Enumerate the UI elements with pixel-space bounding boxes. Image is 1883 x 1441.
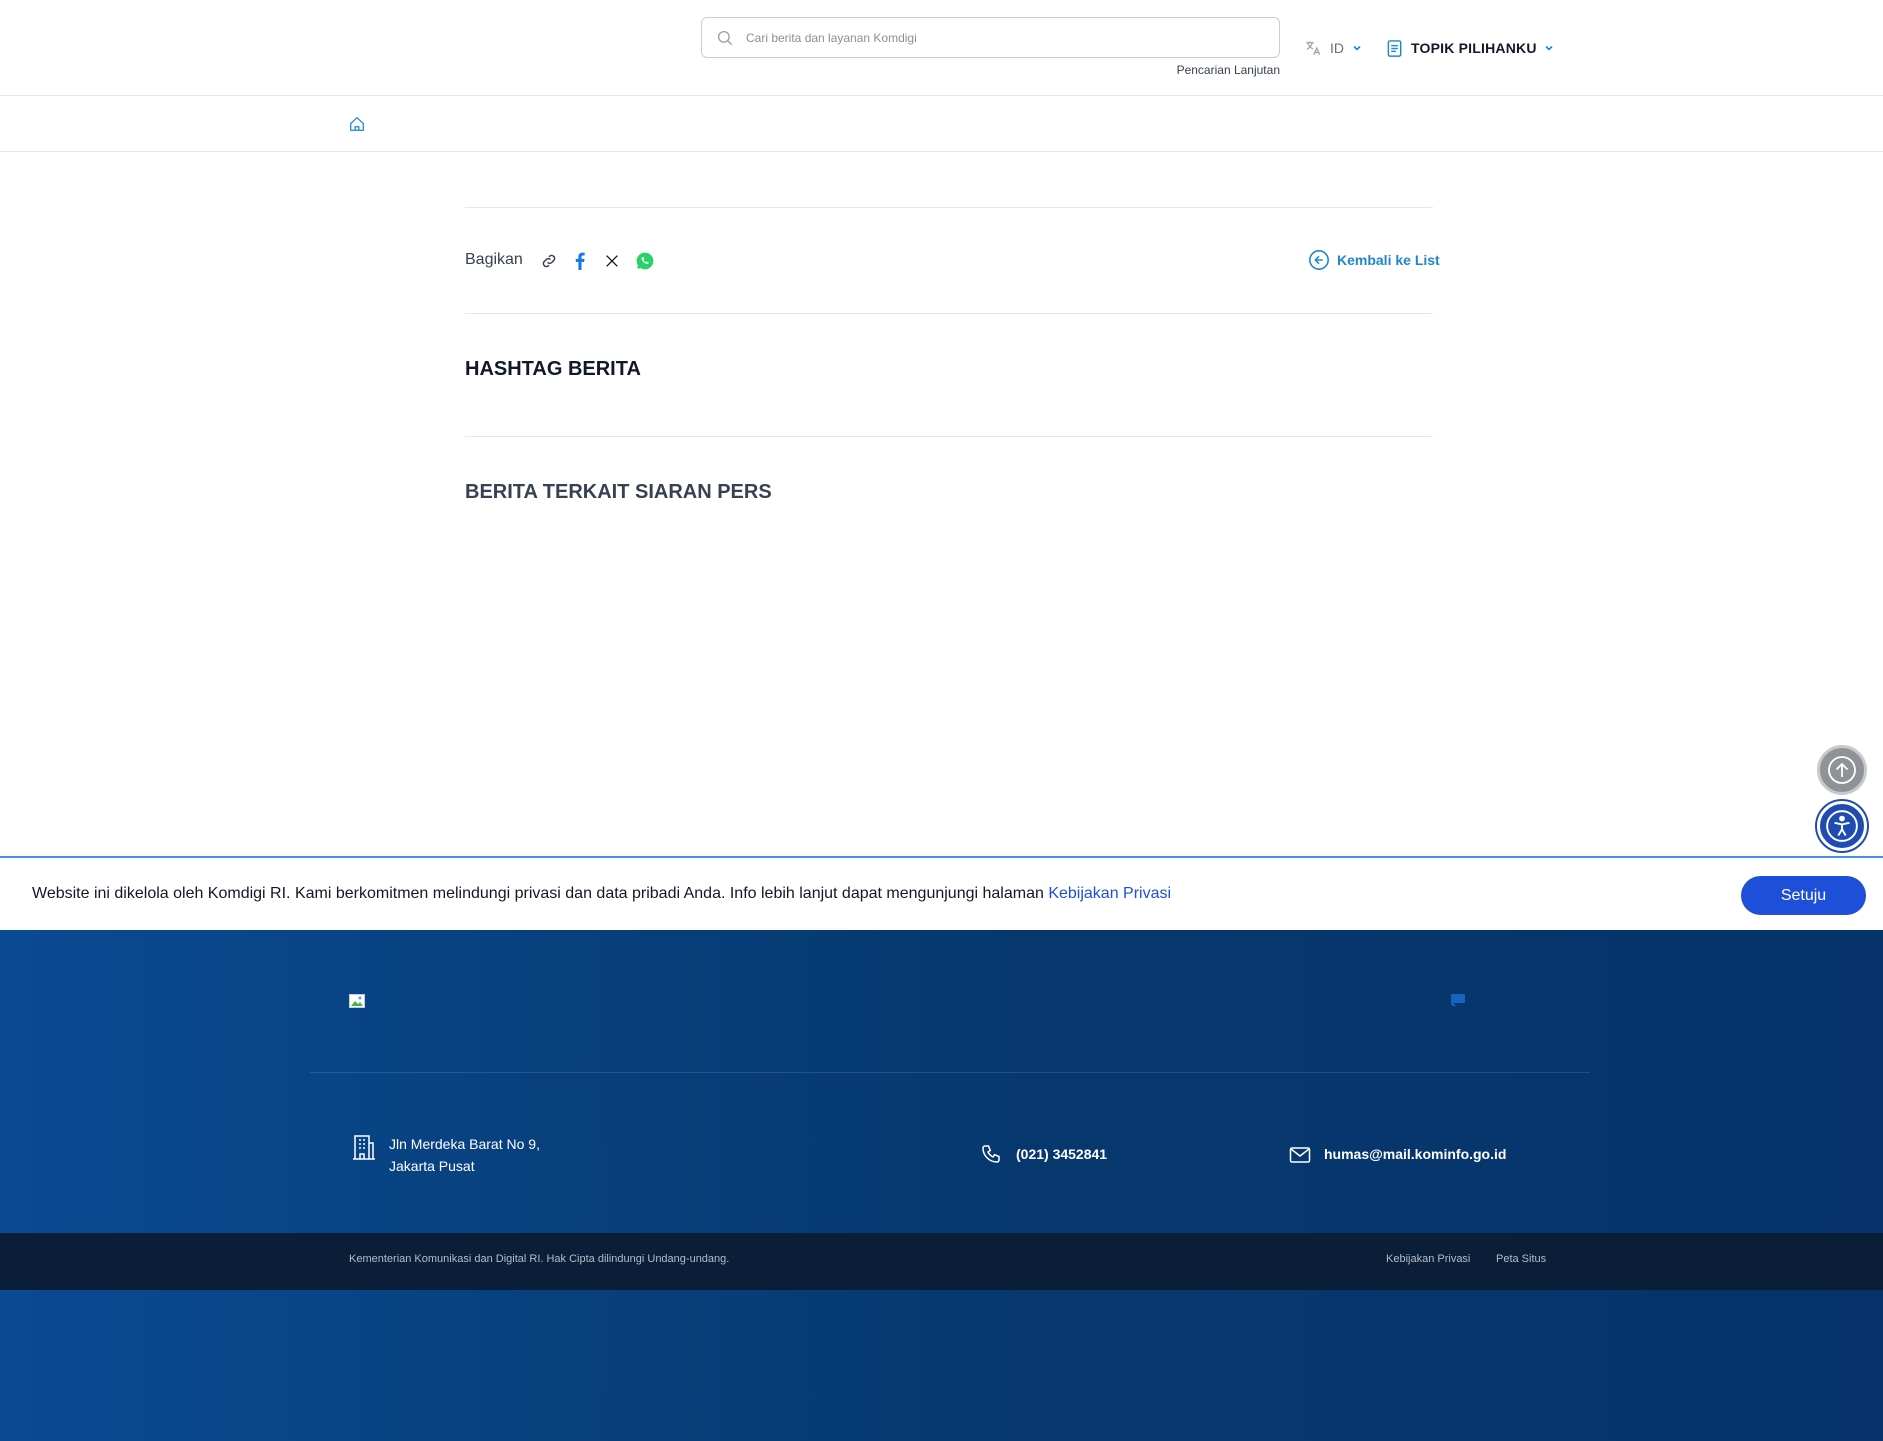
divider xyxy=(465,207,1433,208)
footer-sitemap-link[interactable]: Peta Situs xyxy=(1496,1253,1546,1265)
address-line-1: Jln Merdeka Barat No 9, xyxy=(389,1136,540,1152)
hashtag-section-title: HASHTAG BERITA xyxy=(465,358,641,380)
related-news-title: BERITA TERKAIT SIARAN PERS xyxy=(465,481,772,503)
back-to-list-link[interactable]: Kembali ke List xyxy=(1308,249,1440,271)
privacy-policy-link[interactable]: Kebijakan Privasi xyxy=(1048,885,1171,902)
facebook-icon[interactable] xyxy=(569,250,591,272)
arrow-left-circle-icon xyxy=(1309,250,1329,270)
accessibility-icon xyxy=(1826,810,1858,842)
flag-image-icon xyxy=(1451,994,1465,1007)
accessibility-button[interactable] xyxy=(1817,801,1867,851)
home-icon[interactable] xyxy=(348,115,366,133)
site-footer: Jln Merdeka Barat No 9, Jakarta Pusat (02… xyxy=(0,930,1883,1441)
x-twitter-icon[interactable] xyxy=(601,250,623,272)
address-line-2: Jakarta Pusat xyxy=(389,1158,475,1174)
link-icon[interactable] xyxy=(538,250,560,272)
back-to-list-label: Kembali ke List xyxy=(1337,252,1440,268)
search-icon xyxy=(717,30,733,46)
agree-button[interactable]: Setuju xyxy=(1741,876,1866,915)
language-label: ID xyxy=(1330,40,1344,56)
breadcrumb xyxy=(0,96,1883,152)
advanced-search-link[interactable]: Pencarian Lanjutan xyxy=(1150,63,1280,77)
divider xyxy=(465,436,1433,437)
search-input[interactable] xyxy=(746,18,1266,57)
mail-icon xyxy=(1289,1147,1311,1163)
cookie-message: Website ini dikelola oleh Komdigi RI. Ka… xyxy=(32,885,1171,903)
search-box[interactable] xyxy=(701,17,1280,58)
cookie-banner: Website ini dikelola oleh Komdigi RI. Ka… xyxy=(0,856,1883,930)
email-address[interactable]: humas@mail.kominfo.go.id xyxy=(1324,1143,1506,1165)
share-label: Bagikan xyxy=(465,251,523,268)
arrow-up-icon xyxy=(1828,756,1856,784)
chevron-down-icon xyxy=(1545,45,1553,51)
whatsapp-icon[interactable] xyxy=(634,250,656,272)
footer-address: Jln Merdeka Barat No 9, Jakarta Pusat xyxy=(351,1133,540,1177)
footer-phone: (021) 3452841 xyxy=(980,1143,1107,1167)
scroll-to-top-button[interactable] xyxy=(1817,745,1867,795)
logo-image-icon xyxy=(349,994,365,1008)
phone-icon xyxy=(982,1145,1000,1163)
language-selector[interactable]: ID xyxy=(1304,38,1362,58)
footer-privacy-link[interactable]: Kebijakan Privasi xyxy=(1386,1253,1470,1265)
topics-dropdown[interactable]: TOPIK PILIHANKU xyxy=(1386,37,1554,59)
translate-icon xyxy=(1306,41,1321,55)
chevron-down-icon xyxy=(1353,45,1361,51)
building-icon xyxy=(353,1135,375,1160)
footer-divider xyxy=(310,1072,1590,1073)
cookie-text: Website ini dikelola oleh Komdigi RI. Ka… xyxy=(32,885,1049,902)
site-header: Pencarian Lanjutan ID TOPIK PILIHANKU xyxy=(0,0,1883,96)
footer-bottom-bar: Kementerian Komunikasi dan Digital RI. H… xyxy=(0,1233,1883,1290)
copyright-text: Kementerian Komunikasi dan Digital RI. H… xyxy=(349,1253,730,1265)
document-icon xyxy=(1387,39,1402,57)
phone-number: (021) 3452841 xyxy=(1016,1146,1108,1162)
divider xyxy=(465,313,1433,314)
topics-label: TOPIK PILIHANKU xyxy=(1411,40,1537,56)
footer-email: humas@mail.kominfo.go.id xyxy=(1288,1143,1506,1167)
